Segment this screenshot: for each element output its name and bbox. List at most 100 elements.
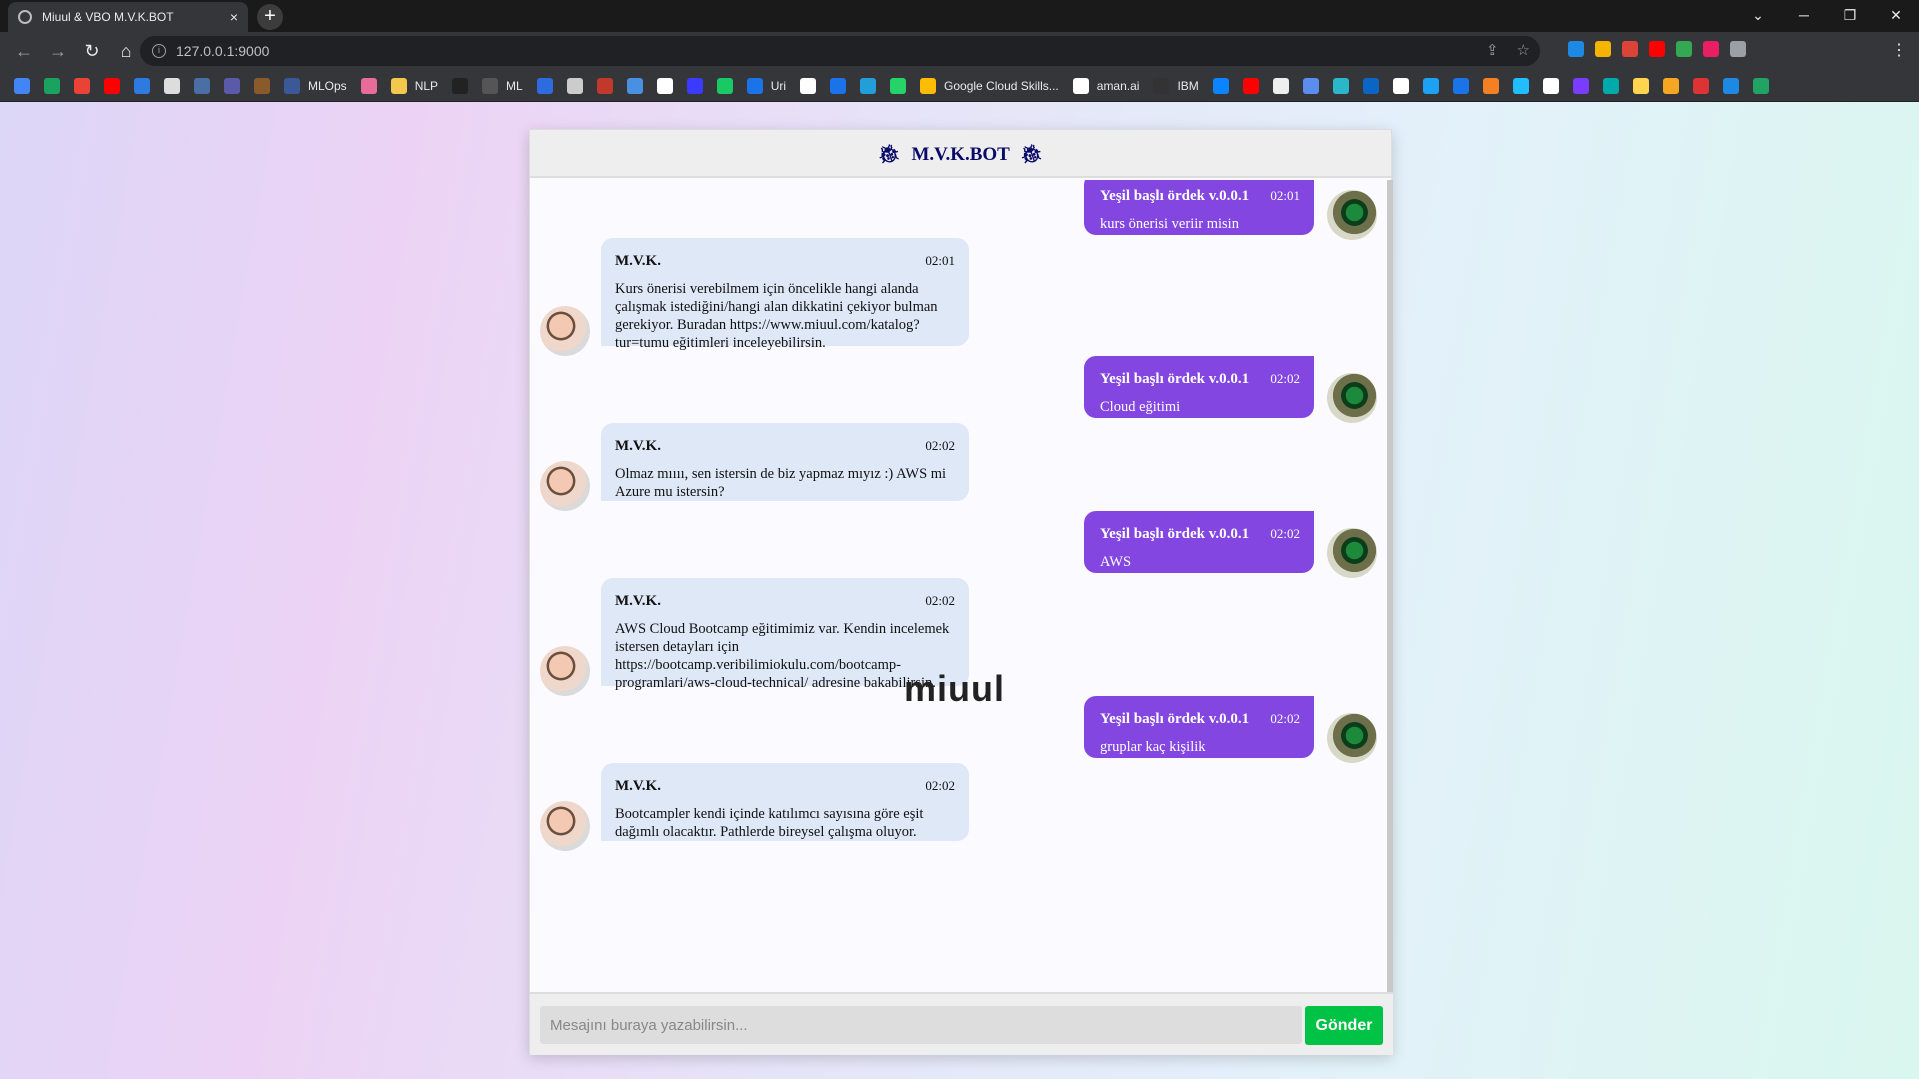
browser-toolbar: ← → ↻ ⌂ i 127.0.0.1:9000 ⇪ ☆ ⋮ (0, 32, 1919, 70)
bookmark-item[interactable] (44, 77, 60, 94)
reload-icon[interactable]: ↻ (76, 35, 108, 67)
bookmark-item[interactable] (1332, 77, 1349, 94)
bookmark-item[interactable] (452, 77, 469, 94)
send-button[interactable]: Gönder (1305, 1006, 1383, 1045)
bookmark-item[interactable]: IBM (1153, 77, 1199, 94)
bookmark-item[interactable]: MLOps (284, 77, 347, 94)
tab-close-icon[interactable]: × (230, 9, 238, 25)
message-text: kurs önerisi veriir misin (1100, 216, 1239, 232)
bookmark-star-icon[interactable]: ☆ (1517, 41, 1530, 59)
extension-icon[interactable] (1622, 41, 1638, 57)
bookmark-item[interactable] (1542, 77, 1559, 94)
bookmark-item[interactable] (224, 77, 240, 94)
extension-icon[interactable] (1730, 41, 1746, 57)
bookmark-item[interactable] (1692, 77, 1709, 94)
extension-icon[interactable] (1703, 41, 1719, 57)
bookmark-item[interactable] (626, 77, 643, 94)
bookmark-item[interactable] (1422, 77, 1439, 94)
bookmark-favicon-icon (74, 77, 90, 94)
bookmark-item[interactable]: Google Cloud Skills... (920, 77, 1059, 94)
message-header: M.V.K. 02:02 (615, 777, 955, 795)
tab-search-icon[interactable]: ⌄ (1735, 0, 1781, 32)
bookmark-item[interactable] (104, 77, 120, 94)
minimize-icon[interactable]: ─ (1781, 0, 1827, 32)
bookmark-item[interactable] (830, 77, 847, 94)
browser-menu-icon[interactable]: ⋮ (1891, 40, 1907, 60)
bookmark-item[interactable] (254, 77, 270, 94)
bookmark-favicon-icon (1722, 77, 1739, 94)
bookmark-label: IBM (1177, 78, 1199, 93)
bookmark-item[interactable] (800, 77, 817, 94)
bookmark-item[interactable] (1392, 77, 1409, 94)
bookmark-favicon-icon (656, 77, 673, 94)
bookmark-item[interactable]: aman.ai (1072, 77, 1140, 94)
share-icon[interactable]: ⇪ (1486, 41, 1499, 59)
bookmark-item[interactable]: NLP (390, 77, 438, 94)
window-close-icon[interactable]: ✕ (1873, 0, 1919, 32)
bookmark-item[interactable] (1602, 77, 1619, 94)
bug-icon: 🐞︎ (877, 144, 901, 164)
bookmark-item[interactable] (686, 77, 703, 94)
bookmark-item[interactable] (360, 77, 377, 94)
bot-avatar (540, 646, 590, 696)
bookmark-favicon-icon (482, 77, 499, 94)
message-time: 02:01 (925, 253, 955, 268)
back-icon[interactable]: ← (8, 35, 40, 67)
message-header: M.V.K. 02:02 (615, 592, 955, 610)
bookmark-favicon-icon (1072, 77, 1089, 94)
message-list[interactable]: Yeşil başlı ördek v.0.0.1 02:01 kurs öneri… (530, 180, 1393, 992)
bookmark-item[interactable] (656, 77, 673, 94)
bookmark-favicon-icon (360, 77, 377, 94)
restore-icon[interactable]: ❐ (1827, 0, 1873, 32)
bookmark-item[interactable] (1632, 77, 1649, 94)
bookmark-item[interactable] (1272, 77, 1289, 94)
user-avatar (1327, 528, 1377, 578)
bookmark-item[interactable] (1452, 77, 1469, 94)
bookmark-item[interactable] (1722, 77, 1739, 94)
bookmark-item[interactable] (1512, 77, 1529, 94)
extension-icon[interactable] (1649, 41, 1665, 57)
user-message: Yeşil başlı ördek v.0.0.1 02:02 Cloud eğit… (1084, 356, 1314, 418)
message-header: Yeşil başlı ördek v.0.0.1 02:02 (1100, 710, 1300, 728)
bookmark-item[interactable] (536, 77, 553, 94)
bookmark-item[interactable] (164, 77, 180, 94)
bookmark-item[interactable] (1662, 77, 1679, 94)
user-avatar (1327, 713, 1377, 763)
bookmark-item[interactable]: ML (482, 77, 523, 94)
extension-icon[interactable] (1568, 41, 1584, 57)
browser-tab[interactable]: Miuul & VBO M.V.K.BOT × (8, 2, 248, 32)
extension-icon[interactable] (1595, 41, 1611, 57)
bookmark-item[interactable] (1242, 77, 1259, 94)
home-icon[interactable]: ⌂ (110, 35, 142, 67)
extension-icon[interactable] (1676, 41, 1692, 57)
bookmark-item[interactable] (134, 77, 150, 94)
message-input[interactable] (540, 1006, 1302, 1044)
bookmark-item[interactable] (890, 77, 907, 94)
bookmark-item[interactable] (74, 77, 90, 94)
bookmark-item[interactable] (1482, 77, 1499, 94)
bookmark-favicon-icon (164, 77, 180, 94)
site-info-icon[interactable]: i (152, 44, 166, 58)
bookmark-item[interactable] (860, 77, 877, 94)
user-avatar (1327, 373, 1377, 423)
bot-message: M.V.K. 02:02 Bootcampler kendi içinde katı… (601, 763, 969, 841)
message-text: Bootcampler kendi içinde katılımcı sayıs… (615, 806, 924, 840)
address-bar[interactable]: i 127.0.0.1:9000 ⇪ ☆ (140, 36, 1540, 66)
bookmark-item[interactable] (716, 77, 733, 94)
bookmark-item[interactable] (1572, 77, 1589, 94)
bookmark-label: aman.ai (1096, 78, 1140, 93)
bookmark-item[interactable]: Uri (746, 77, 786, 94)
bookmark-item[interactable] (566, 77, 583, 94)
forward-icon[interactable]: → (42, 35, 74, 67)
bookmark-item[interactable] (596, 77, 613, 94)
bookmark-favicon-icon (536, 77, 553, 94)
new-tab-button[interactable]: + (257, 4, 283, 30)
message-text: Kurs önerisi verebilmem için öncelikle h… (615, 281, 938, 351)
bookmark-item[interactable] (1212, 77, 1229, 94)
bookmark-item[interactable] (1362, 77, 1379, 94)
bookmark-item[interactable] (1302, 77, 1319, 94)
bookmark-item[interactable] (1752, 77, 1769, 94)
message-header: Yeşil başlı ördek v.0.0.1 02:01 (1100, 187, 1300, 205)
bookmark-item[interactable] (194, 77, 210, 94)
bookmark-item[interactable] (14, 77, 30, 94)
